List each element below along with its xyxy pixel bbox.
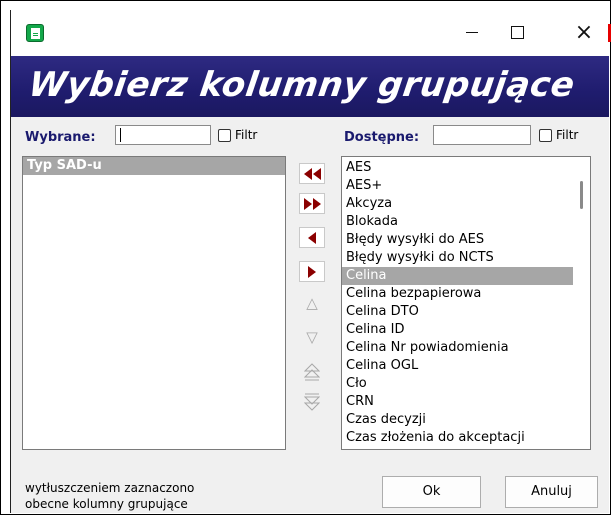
selected-columns-list[interactable]: Typ SAD-u bbox=[22, 156, 286, 450]
list-item[interactable]: Akcyza bbox=[342, 195, 590, 213]
title-bar: × bbox=[11, 10, 611, 56]
move-top-button[interactable] bbox=[299, 361, 325, 382]
maximize-icon bbox=[510, 26, 524, 39]
selected-search-input[interactable] bbox=[115, 125, 211, 145]
ok-button[interactable]: Ok bbox=[382, 476, 481, 508]
move-top-icon bbox=[304, 362, 320, 380]
list-item[interactable]: AES bbox=[342, 159, 590, 177]
dialog-window: × Wybierz kolumny grupujące Wybrane: Fil… bbox=[10, 10, 611, 513]
list-item[interactable]: Blokada bbox=[342, 213, 590, 231]
move-right-button[interactable] bbox=[299, 261, 325, 282]
close-icon: × bbox=[574, 20, 594, 45]
list-item[interactable]: AES+ bbox=[342, 177, 590, 195]
hint-line-2: obecne kolumny grupujące bbox=[25, 497, 188, 511]
list-item[interactable]: Celina bezpapierowa bbox=[342, 285, 590, 303]
hint-text: wytłuszczeniem zaznaczono obecne kolumny… bbox=[25, 480, 194, 512]
available-columns-list[interactable]: AES AES+ Akcyza Blokada Błędy wysyłki do AES… bbox=[341, 156, 591, 450]
list-item[interactable]: Cło bbox=[342, 375, 590, 393]
move-down-button[interactable]: ▽ bbox=[299, 327, 325, 348]
move-up-button[interactable]: △ bbox=[299, 293, 325, 314]
page-title: Wybierz kolumny grupujące bbox=[26, 65, 578, 105]
move-bottom-button[interactable] bbox=[299, 391, 325, 412]
maximize-button[interactable] bbox=[494, 10, 540, 56]
list-item[interactable]: Celina ID bbox=[342, 321, 590, 339]
list-item[interactable]: Błędy wysyłki do AES bbox=[342, 231, 590, 249]
list-item[interactable]: Błędy wysyłki do NCTS bbox=[342, 249, 590, 267]
available-label-text: Dostępne: bbox=[344, 130, 420, 145]
down-arrow-icon: ▽ bbox=[306, 328, 318, 346]
selected-label-text: Wybrane: bbox=[25, 130, 96, 145]
list-item[interactable]: Celina OGL bbox=[342, 357, 590, 375]
available-filter-checkbox[interactable] bbox=[539, 129, 552, 142]
minimize-icon bbox=[466, 32, 478, 33]
cancel-button[interactable]: Anuluj bbox=[505, 476, 598, 508]
list-item[interactable]: Celina Nr powiadomienia bbox=[342, 339, 590, 357]
selected-filter-label[interactable]: Filtr bbox=[235, 128, 257, 142]
list-item[interactable]: CRN bbox=[342, 393, 590, 411]
move-bottom-icon bbox=[304, 393, 320, 411]
available-search-input[interactable] bbox=[433, 125, 531, 145]
list-item[interactable]: Celina bbox=[342, 267, 590, 285]
right-arrow-icon bbox=[308, 265, 316, 278]
available-filter-label[interactable]: Filtr bbox=[556, 128, 578, 142]
available-list-scrollbar[interactable] bbox=[573, 157, 590, 449]
close-button[interactable]: × bbox=[561, 10, 607, 56]
list-item[interactable]: Celina DTO bbox=[342, 303, 590, 321]
scrollbar-thumb[interactable] bbox=[580, 181, 583, 209]
double-left-arrow-icon bbox=[303, 167, 321, 180]
list-item[interactable]: Typ SAD-u bbox=[23, 157, 285, 175]
list-item[interactable]: Czas złożenia do akceptacji bbox=[342, 429, 590, 447]
header-banner: Wybierz kolumny grupujące bbox=[11, 56, 609, 117]
spreadsheet-icon bbox=[26, 24, 44, 42]
move-left-button[interactable] bbox=[299, 227, 325, 248]
available-label: Dostępne: bbox=[344, 130, 419, 145]
text-caret bbox=[120, 128, 121, 142]
selected-label: Wybrane: bbox=[25, 130, 96, 145]
list-item[interactable]: Czas decyzji bbox=[342, 411, 590, 429]
move-all-right-button[interactable] bbox=[299, 193, 325, 214]
double-right-arrow-icon bbox=[303, 197, 321, 210]
move-all-left-button[interactable] bbox=[299, 163, 325, 184]
minimize-button[interactable] bbox=[449, 10, 495, 56]
up-arrow-icon: △ bbox=[306, 294, 318, 312]
left-arrow-icon bbox=[308, 231, 316, 244]
selected-filter-checkbox[interactable] bbox=[218, 129, 231, 142]
hint-line-1: wytłuszczeniem zaznaczono bbox=[25, 481, 195, 495]
